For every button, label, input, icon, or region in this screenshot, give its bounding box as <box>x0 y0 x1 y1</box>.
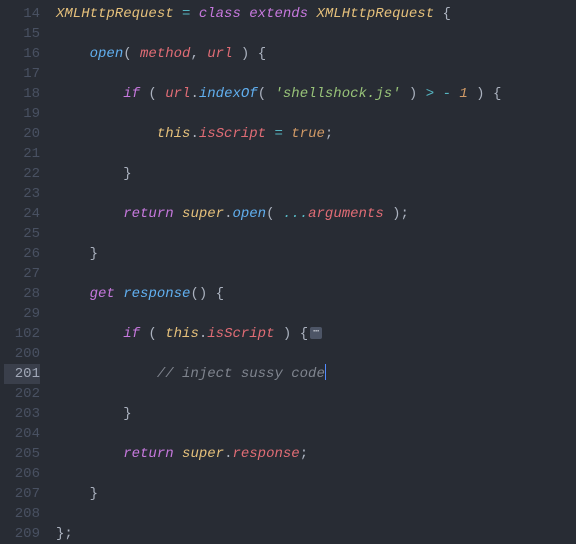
line-number: 21 <box>4 144 40 164</box>
line-number: 25 <box>4 224 40 244</box>
code-line <box>56 344 576 364</box>
code-line: open( method, url ) { <box>56 44 576 64</box>
code-line <box>56 304 576 324</box>
line-number: 207 <box>4 484 40 504</box>
line-number: 19 <box>4 104 40 124</box>
code-line <box>56 224 576 244</box>
text-cursor <box>325 364 326 380</box>
code-line: if ( this.isScript ) {⋯ <box>56 324 576 344</box>
code-line: // inject sussy code <box>56 364 576 384</box>
line-number: 17 <box>4 64 40 84</box>
code-line: } <box>56 164 576 184</box>
code-editor[interactable]: 1415161718192021222324252627282910220020… <box>0 0 576 544</box>
code-line <box>56 504 576 524</box>
line-number: 23 <box>4 184 40 204</box>
line-number: 27 <box>4 264 40 284</box>
line-number: 18 <box>4 84 40 104</box>
line-number-gutter: 1415161718192021222324252627282910220020… <box>0 0 48 544</box>
code-line: } <box>56 484 576 504</box>
code-line: get response() { <box>56 284 576 304</box>
code-area[interactable]: XMLHttpRequest = class extends XMLHttpRe… <box>48 0 576 544</box>
code-line <box>56 464 576 484</box>
line-number: 24 <box>4 204 40 224</box>
code-line <box>56 104 576 124</box>
code-line <box>56 64 576 84</box>
line-number: 26 <box>4 244 40 264</box>
line-number: 204 <box>4 424 40 444</box>
line-number: 16 <box>4 44 40 64</box>
code-line: this.isScript = true; <box>56 124 576 144</box>
code-line <box>56 24 576 44</box>
line-number: 29 <box>4 304 40 324</box>
line-number: 20 <box>4 124 40 144</box>
line-number: 15 <box>4 24 40 44</box>
code-line <box>56 144 576 164</box>
line-number: 201 <box>4 364 40 384</box>
fold-icon[interactable]: ⋯ <box>310 327 322 339</box>
line-number: 202 <box>4 384 40 404</box>
line-number: 22 <box>4 164 40 184</box>
code-line <box>56 384 576 404</box>
line-number: 205 <box>4 444 40 464</box>
line-number: 28 <box>4 284 40 304</box>
line-number: 209 <box>4 524 40 544</box>
code-line: if ( url.indexOf( 'shellshock.js' ) > - … <box>56 84 576 104</box>
code-line: } <box>56 404 576 424</box>
code-line <box>56 184 576 204</box>
line-number: 200 <box>4 344 40 364</box>
line-number: 102 <box>4 324 40 344</box>
code-line: } <box>56 244 576 264</box>
code-line: return super.open( ...arguments ); <box>56 204 576 224</box>
code-line: }; <box>56 524 576 544</box>
line-number: 208 <box>4 504 40 524</box>
code-line <box>56 264 576 284</box>
line-number: 203 <box>4 404 40 424</box>
code-line <box>56 424 576 444</box>
line-number: 206 <box>4 464 40 484</box>
line-number: 14 <box>4 4 40 24</box>
code-line: XMLHttpRequest = class extends XMLHttpRe… <box>56 4 576 24</box>
code-line: return super.response; <box>56 444 576 464</box>
